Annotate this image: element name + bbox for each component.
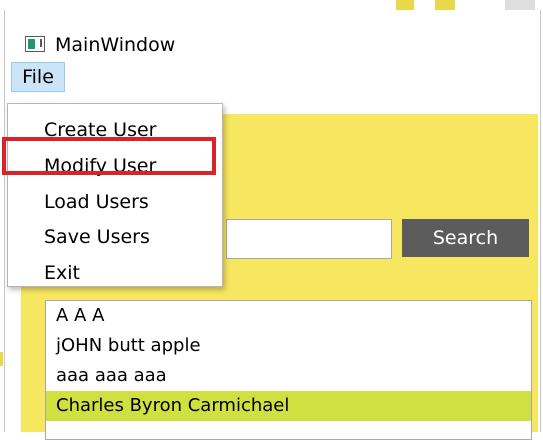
background-window-fragment bbox=[0, 352, 3, 366]
list-item[interactable]: jOHN butt apple bbox=[46, 331, 531, 361]
list-item-selected[interactable]: Charles Byron Carmichael bbox=[46, 391, 531, 421]
background-window-fragment bbox=[435, 0, 455, 10]
background-strip bbox=[0, 0, 543, 10]
users-list[interactable]: A A A jOHN butt apple aaa aaa aaa Charle… bbox=[45, 300, 532, 440]
list-item[interactable]: A A A bbox=[46, 301, 531, 331]
menu-item-load-users[interactable]: Load Users bbox=[8, 184, 222, 220]
file-menu[interactable]: File bbox=[11, 62, 65, 92]
highlight-box bbox=[2, 137, 216, 175]
menu-bar: File bbox=[5, 62, 540, 92]
search-button[interactable]: Search bbox=[402, 219, 529, 257]
background-window-fragment bbox=[505, 0, 535, 10]
title-bar[interactable]: MainWindow bbox=[5, 22, 540, 56]
background-window-fragment bbox=[396, 0, 414, 10]
list-item[interactable]: aaa aaa aaa bbox=[46, 361, 531, 391]
app-icon bbox=[25, 36, 45, 52]
menu-item-exit[interactable]: Exit bbox=[8, 255, 222, 291]
main-window: MainWindow File Search A A A jOHN butt a… bbox=[4, 10, 541, 440]
menu-item-save-users[interactable]: Save Users bbox=[8, 219, 222, 255]
file-dropdown-menu: Create User Modify User Load Users Save … bbox=[7, 103, 223, 287]
window-title: MainWindow bbox=[55, 34, 176, 56]
search-input[interactable] bbox=[226, 219, 392, 259]
